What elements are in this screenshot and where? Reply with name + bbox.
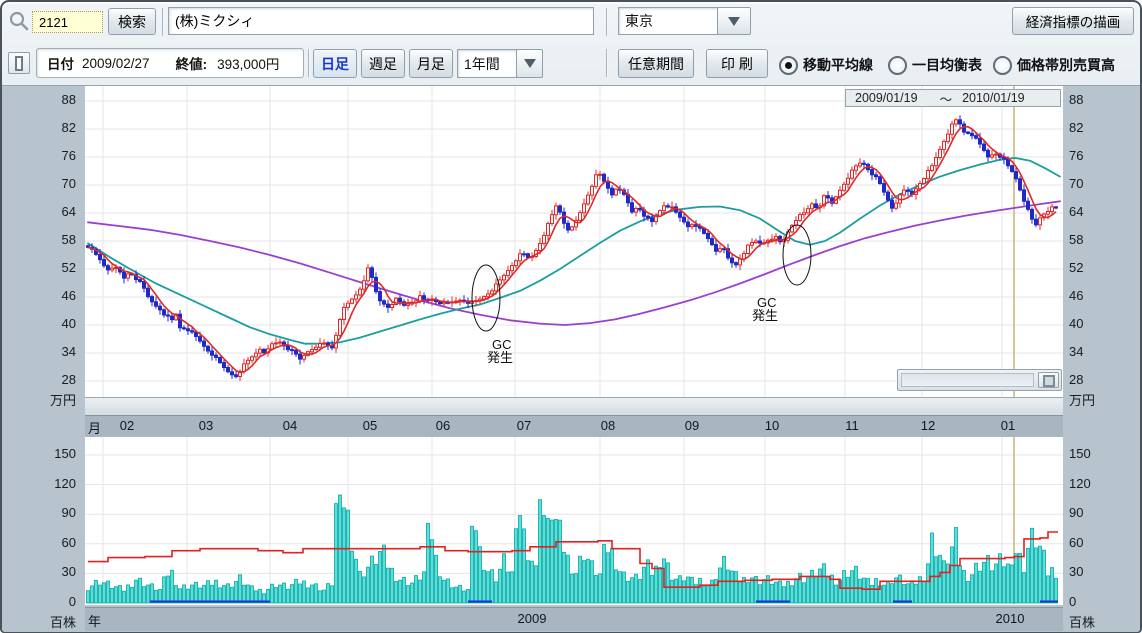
range-select[interactable]: 1年間 bbox=[457, 49, 517, 78]
scrollbar-resize-button[interactable] bbox=[1038, 372, 1059, 388]
app-window: 検索 東京 経済指標の描画 日付 2009/02/27 終値: 393,000円… bbox=[0, 0, 1142, 633]
close-label: 終値: bbox=[176, 53, 208, 73]
toolbar-separator bbox=[308, 49, 310, 77]
date-range-box: 2009/01/19 ～ 2010/01/19 bbox=[845, 89, 1061, 107]
exchange-dropdown-arrow-icon[interactable] bbox=[717, 7, 751, 35]
square-icon bbox=[15, 56, 23, 71]
radio-circle-icon[interactable] bbox=[888, 56, 907, 75]
price-chart[interactable]: GC発生GC発生 bbox=[85, 86, 1063, 397]
year-axis bbox=[85, 607, 1063, 631]
scrollbar-track[interactable] bbox=[901, 373, 1034, 387]
toolbar-separator bbox=[606, 8, 608, 36]
range-to: 2010/01/19 bbox=[962, 91, 1025, 105]
select-window-button[interactable] bbox=[8, 52, 30, 74]
search-icon bbox=[8, 10, 30, 32]
radio-ichimoku[interactable]: 一目均衡表 bbox=[888, 55, 982, 75]
stock-code-input[interactable] bbox=[32, 11, 103, 33]
date-value: 2009/02/27 bbox=[82, 56, 150, 71]
radio-circle-icon[interactable] bbox=[993, 56, 1012, 75]
range-from: 2009/01/19 bbox=[855, 91, 918, 105]
period-daily-button[interactable]: 日足 bbox=[313, 49, 357, 78]
radio-circle-icon[interactable] bbox=[779, 56, 798, 75]
date-label: 日付 bbox=[47, 53, 74, 73]
custom-range-button[interactable]: 任意期間 bbox=[618, 49, 694, 78]
econ-indicator-button[interactable]: 経済指標の描画 bbox=[1012, 7, 1134, 35]
print-button[interactable]: 印 刷 bbox=[706, 49, 768, 78]
chart-scrollbar[interactable] bbox=[897, 369, 1062, 391]
company-name-input[interactable] bbox=[168, 7, 594, 35]
search-button[interactable]: 検索 bbox=[108, 8, 156, 35]
period-monthly-button[interactable]: 月足 bbox=[409, 49, 453, 78]
chart-divider-band bbox=[85, 397, 1063, 415]
toolbar-separator bbox=[606, 49, 608, 77]
month-axis bbox=[85, 415, 1063, 437]
resize-icon bbox=[1043, 375, 1055, 387]
quote-info-panel: 日付 2009/02/27 終値: 393,000円 bbox=[36, 48, 304, 78]
range-dropdown-arrow-icon[interactable] bbox=[516, 49, 543, 78]
exchange-select[interactable]: 東京 bbox=[618, 7, 718, 35]
toolbar-separator bbox=[162, 8, 164, 36]
close-value: 393,000円 bbox=[217, 53, 279, 73]
period-weekly-button[interactable]: 週足 bbox=[361, 49, 405, 78]
range-separator: ～ bbox=[940, 89, 953, 108]
radio-price-volume[interactable]: 価格帯別売買高 bbox=[993, 55, 1115, 75]
volume-chart[interactable] bbox=[85, 437, 1063, 605]
radio-moving-average[interactable]: 移動平均線 bbox=[779, 55, 873, 75]
